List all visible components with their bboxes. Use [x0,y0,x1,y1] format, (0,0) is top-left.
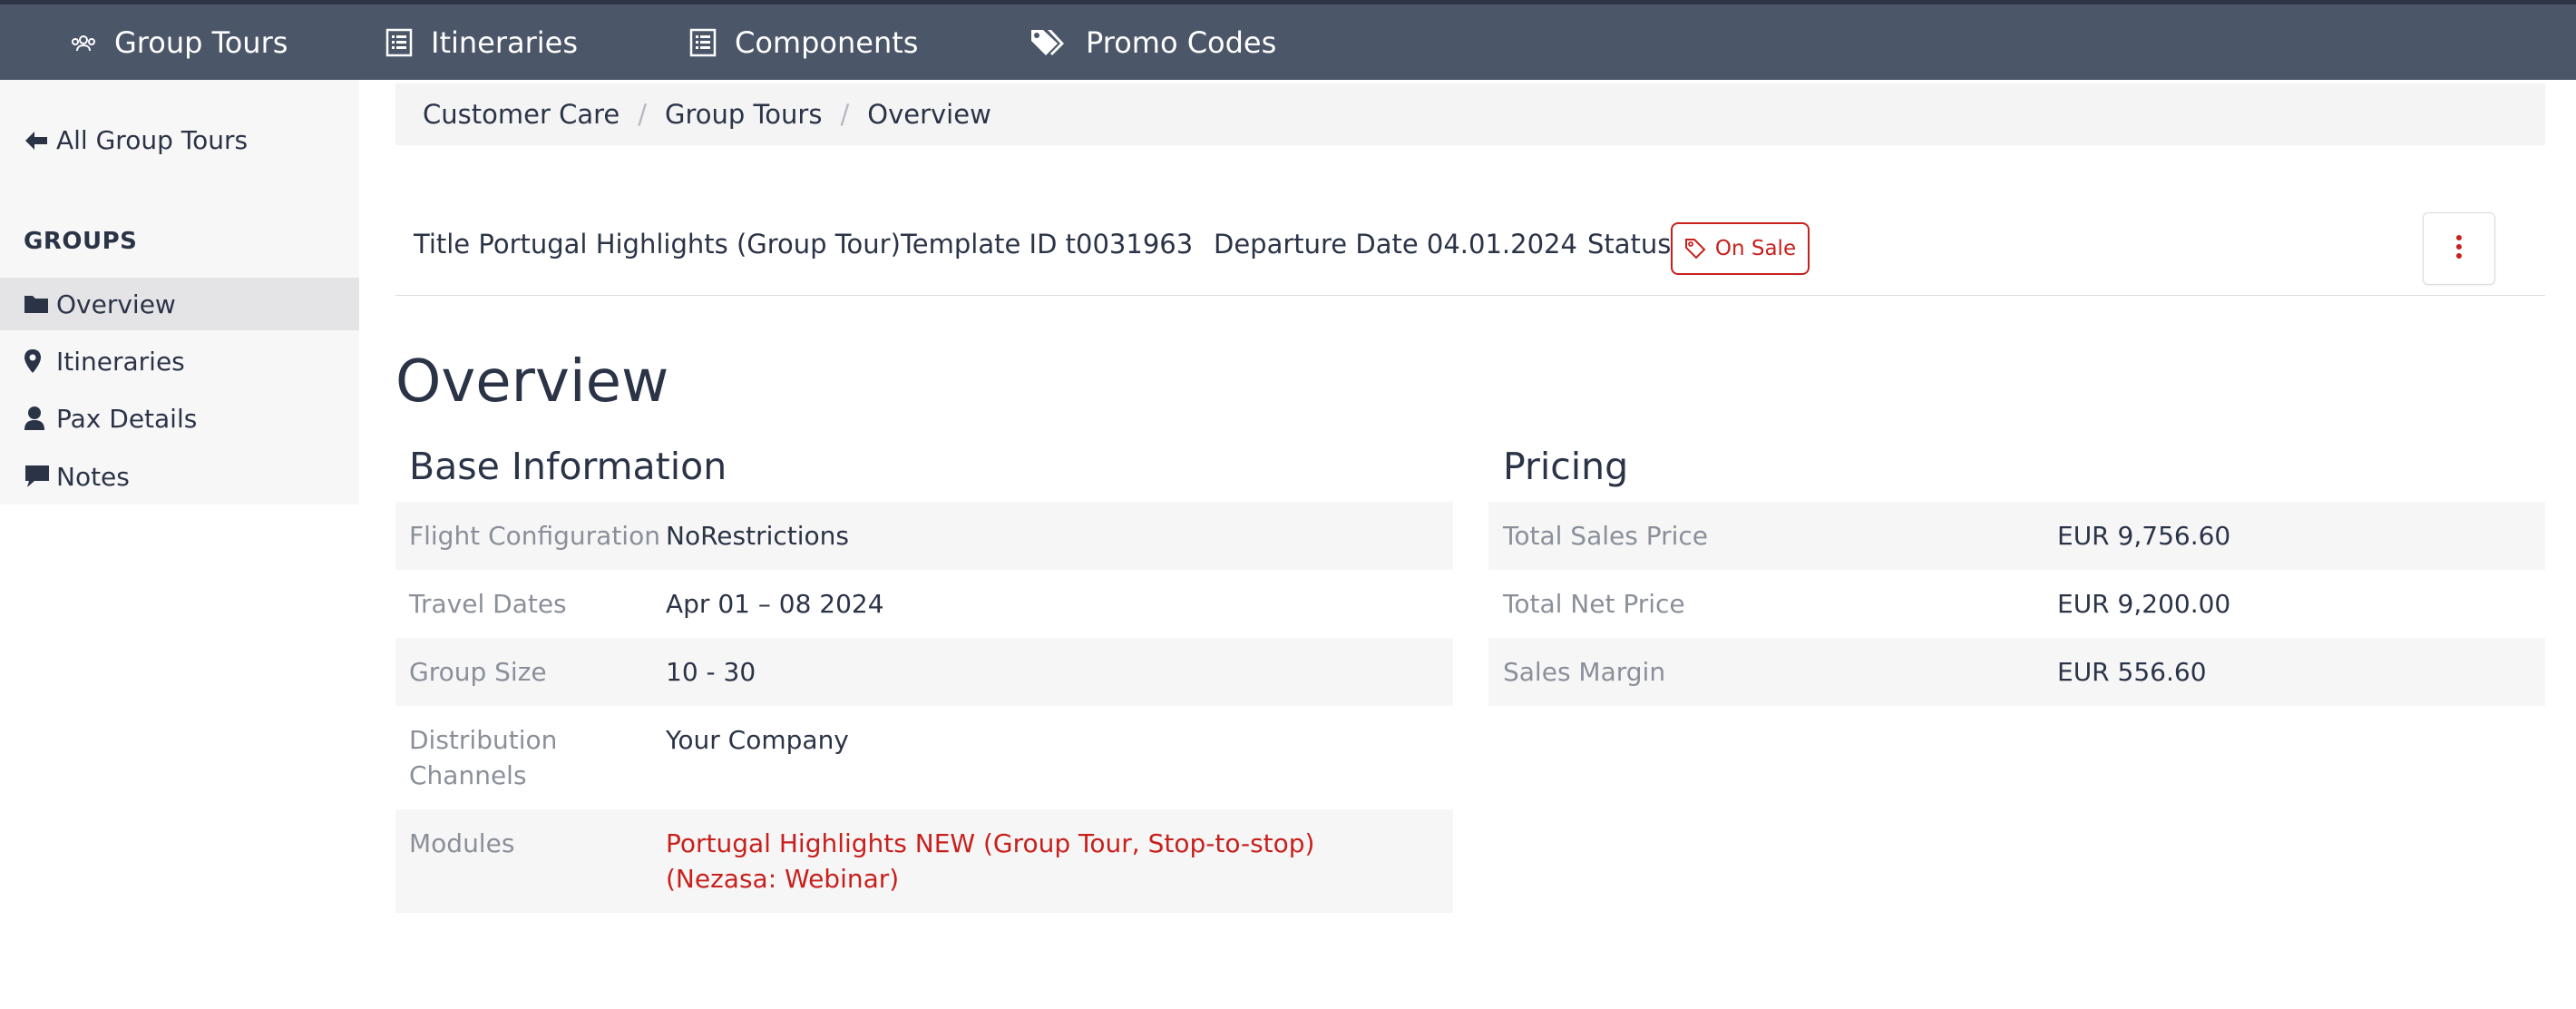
nav-item-components[interactable]: Components [689,5,918,80]
arrow-left-icon [24,130,49,152]
list-icon [385,28,413,57]
nav-item-promo-codes[interactable]: Promo Codes [1029,5,1276,80]
row-label: Modules [409,828,515,858]
back-link-label: All Group Tours [56,125,249,155]
table-row: Travel Dates Apr 01 – 08 2024 [395,570,1453,638]
status-badge: On Sale [1671,222,1810,275]
sidebar-item-label: Itineraries [56,346,185,377]
sidebar-heading-groups: GROUPS [24,228,138,255]
row-label: Distribution Channels [409,725,558,790]
row-value: Apr 01 – 08 2024 [666,589,884,619]
top-nav-bar: Group Tours Itineraries Components Promo… [0,0,2576,80]
table-row: Sales Margin EUR 556.60 [1488,638,2545,706]
folder-icon [24,293,56,315]
nav-label-group-tours: Group Tours [114,24,288,60]
breadcrumb-customer-care[interactable]: Customer Care [423,99,620,130]
page-title: Overview [395,348,669,416]
nav-item-itineraries[interactable]: Itineraries [385,5,578,80]
table-row: Group Size 10 - 30 [395,638,1453,706]
row-value: EUR 9,200.00 [2057,589,2231,619]
row-value: 10 - 30 [666,657,756,687]
table-row: Total Sales Price EUR 9,756.60 [1488,502,2545,570]
sidebar-item-label: Notes [56,461,130,492]
status-label: Status [1587,229,1672,260]
status-badge-text: On Sale [1714,237,1797,260]
tour-title: Title Portugal Highlights (Group Tour) [414,229,901,260]
back-to-all-group-tours-link[interactable]: All Group Tours [24,125,248,155]
nav-item-group-tours[interactable]: Group Tours [71,5,288,80]
tour-header-info: Title Portugal Highlights (Group Tour) T… [395,203,2545,296]
pricing-title: Pricing [1503,445,1629,488]
table-row: Flight Configuration NoRestrictions [395,502,1453,570]
breadcrumb-overview: Overview [867,99,991,130]
row-value: EUR 556.60 [2057,657,2207,687]
map-pin-icon [24,348,56,374]
vertical-ellipsis-icon [2455,234,2463,263]
sidebar-item-label: Overview [56,289,176,319]
sidebar-item-label: Pax Details [56,403,198,434]
tags-icon [1029,27,1068,58]
row-label: Total Sales Price [1503,521,1709,551]
row-value: Your Company [666,725,849,755]
list-icon [689,28,717,57]
nav-label-promo-codes: Promo Codes [1086,24,1277,60]
comment-icon [24,464,56,489]
table-row: Modules Portugal Highlights NEW (Group T… [395,809,1453,913]
row-label: Travel Dates [409,589,567,619]
nav-label-itineraries: Itineraries [431,24,579,60]
template-id: Template ID t0031963 [901,229,1194,260]
table-row: Distribution Channels Your Company [395,706,1453,809]
base-information-table: Flight Configuration NoRestrictions Trav… [395,502,1453,913]
row-label: Group Size [409,657,547,687]
breadcrumb: Customer Care / Group Tours / Overview [395,83,2545,145]
more-options-button[interactable] [2423,212,2495,285]
row-label: Total Net Price [1503,589,1685,619]
row-label: Flight Configuration [409,521,660,551]
nav-label-components: Components [735,24,919,60]
user-icon [24,406,56,431]
table-row: Total Net Price EUR 9,200.00 [1488,570,2545,638]
row-value: EUR 9,756.60 [2057,521,2231,551]
module-link[interactable]: Portugal Highlights NEW (Group Tour, Sto… [666,809,1453,913]
breadcrumb-separator: / [840,99,850,130]
breadcrumb-separator: / [638,99,648,130]
base-information-title: Base Information [409,445,727,488]
sidebar-item-itineraries[interactable]: Itineraries [0,335,359,387]
pricing-table: Total Sales Price EUR 9,756.60 Total Net… [1488,502,2545,706]
departure-date: Departure Date 04.01.2024 [1214,229,1577,260]
row-label: Sales Margin [1503,657,1666,687]
sidebar-item-overview[interactable]: Overview [0,278,359,330]
sidebar-item-notes[interactable]: Notes [0,450,359,503]
row-value: NoRestrictions [666,521,849,551]
breadcrumb-group-tours[interactable]: Group Tours [665,99,822,130]
tag-icon [1684,238,1706,260]
sidebar-item-pax-details[interactable]: Pax Details [0,392,359,445]
sidebar: All Group Tours GROUPS Overview Itinerar… [0,80,359,504]
group-icon [71,34,96,52]
